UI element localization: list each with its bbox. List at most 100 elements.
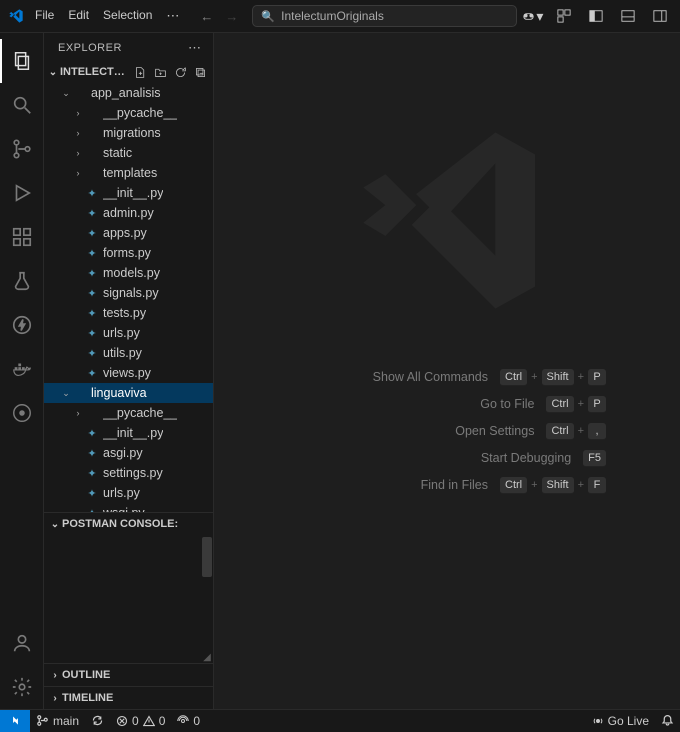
command-center-search[interactable]: 🔍 IntelectumOriginals — [252, 5, 517, 27]
menu-more-icon[interactable]: ⋯ — [159, 4, 186, 28]
problems-button[interactable]: 0 0 — [110, 710, 171, 732]
py-file-icon: ✦ — [84, 287, 100, 300]
tree-file[interactable]: ✦asgi.py — [44, 443, 213, 463]
tree-file[interactable]: ✦urls.py — [44, 323, 213, 343]
port-count: 0 — [193, 714, 200, 728]
scrollbar-thumb[interactable] — [202, 537, 212, 577]
nav-back-icon[interactable]: ← — [200, 9, 213, 24]
tree-file[interactable]: ✦__init__.py — [44, 183, 213, 203]
keycap: P — [588, 396, 606, 413]
tree-label: urls.py — [103, 326, 140, 340]
new-folder-icon[interactable] — [151, 63, 169, 81]
tree-folder[interactable]: ›static — [44, 143, 213, 163]
activity-docker-icon[interactable] — [0, 347, 44, 391]
activity-explorer-icon[interactable] — [0, 39, 44, 83]
tree-file[interactable]: ✦signals.py — [44, 283, 213, 303]
tree-folder[interactable]: ›templates — [44, 163, 213, 183]
shortcut-keys: F5 — [583, 450, 606, 467]
tree-label: views.py — [103, 366, 151, 380]
shortcut-row: Find in FilesCtrl+Shift+F — [288, 477, 606, 494]
shortcut-label: Go to File — [334, 397, 534, 411]
search-icon: 🔍 — [261, 10, 275, 23]
py-file-icon: ✦ — [84, 347, 100, 360]
error-count: 0 — [132, 714, 139, 728]
menu-edit[interactable]: Edit — [61, 4, 96, 28]
tree-file[interactable]: ✦wsgi.py — [44, 503, 213, 512]
tree-folder[interactable]: ›__pycache__ — [44, 403, 213, 423]
tree-file[interactable]: ✦urls.py — [44, 483, 213, 503]
tree-file[interactable]: ✦models.py — [44, 263, 213, 283]
activity-accounts-icon[interactable] — [0, 621, 44, 665]
activity-run-debug-icon[interactable] — [0, 171, 44, 215]
layout-customize-icon[interactable] — [549, 1, 579, 31]
keycap: Ctrl — [500, 369, 527, 386]
sidebar: EXPLORER ⋯ ⌄ INTELECTUMORIGIN... ⌄app_an… — [44, 33, 214, 709]
copilot-icon[interactable]: ▾ — [517, 1, 547, 31]
tree-file[interactable]: ✦tests.py — [44, 303, 213, 323]
section-timeline[interactable]: › TIMELINE — [44, 687, 213, 709]
sidebar-more-icon[interactable]: ⋯ — [184, 38, 205, 58]
ports-button[interactable]: 0 — [171, 710, 206, 732]
tree-label: forms.py — [103, 246, 151, 260]
branch-name: main — [53, 714, 79, 728]
activity-search-icon[interactable] — [0, 83, 44, 127]
tree-folder[interactable]: ⌄linguaviva — [44, 383, 213, 403]
go-live-label: Go Live — [608, 714, 649, 728]
git-branch[interactable]: main — [30, 710, 85, 732]
shortcut-row: Show All CommandsCtrl+Shift+P — [288, 369, 606, 386]
nav-forward-icon[interactable]: → — [225, 9, 238, 24]
py-file-icon: ✦ — [84, 247, 100, 260]
tree-label: static — [103, 146, 132, 160]
tree-file[interactable]: ✦forms.py — [44, 243, 213, 263]
tree-file[interactable]: ✦__init__.py — [44, 423, 213, 443]
editor-area: Show All CommandsCtrl+Shift+P Go to File C… — [214, 33, 680, 709]
refresh-icon[interactable] — [171, 63, 189, 81]
py-file-icon: ✦ — [84, 227, 100, 240]
sync-button[interactable] — [85, 710, 110, 732]
tree-label: __init__.py — [103, 426, 163, 440]
py-file-icon: ✦ — [84, 427, 100, 440]
tree-label: settings.py — [103, 466, 163, 480]
postman-console-body: ◢ — [44, 535, 213, 663]
tree-folder[interactable]: ›__pycache__ — [44, 103, 213, 123]
tree-label: tests.py — [103, 306, 146, 320]
panel-bottom-icon[interactable] — [613, 1, 643, 31]
folder-root-header[interactable]: ⌄ INTELECTUMORIGIN... — [44, 61, 213, 83]
go-live-button[interactable]: Go Live — [586, 710, 655, 732]
panel-left-icon[interactable] — [581, 1, 611, 31]
tree-file[interactable]: ✦settings.py — [44, 463, 213, 483]
keycap: Ctrl — [500, 477, 527, 494]
tree-file[interactable]: ✦admin.py — [44, 203, 213, 223]
new-file-icon[interactable] — [131, 63, 149, 81]
tree-folder[interactable]: ›migrations — [44, 123, 213, 143]
menu-selection[interactable]: Selection — [96, 4, 159, 28]
section-outline[interactable]: › OUTLINE — [44, 664, 213, 686]
resize-handle-icon[interactable]: ◢ — [201, 651, 213, 663]
py-file-icon: ✦ — [84, 487, 100, 500]
activity-testing-icon[interactable] — [0, 259, 44, 303]
section-postman-console[interactable]: ⌄ POSTMAN CONSOLE: — [44, 513, 213, 535]
chevron-icon: ⌄ — [60, 388, 72, 399]
tree-file[interactable]: ✦utils.py — [44, 343, 213, 363]
keycap: F — [588, 477, 606, 494]
activity-settings-icon[interactable] — [0, 665, 44, 709]
activity-thunder-icon[interactable] — [0, 303, 44, 347]
activity-extensions-icon[interactable] — [0, 215, 44, 259]
tree-folder[interactable]: ⌄app_analisis — [44, 83, 213, 103]
notifications-button[interactable] — [655, 710, 680, 732]
py-file-icon: ✦ — [84, 467, 100, 480]
activity-source-control-icon[interactable] — [0, 127, 44, 171]
section-label: POSTMAN CONSOLE: — [62, 518, 178, 530]
keycap: Ctrl — [546, 396, 573, 413]
menu-file[interactable]: File — [28, 4, 61, 28]
remote-button[interactable] — [0, 710, 30, 732]
tree-file[interactable]: ✦views.py — [44, 363, 213, 383]
warning-count: 0 — [159, 714, 166, 728]
shortcut-keys: Ctrl+Shift+P — [500, 369, 606, 386]
tree-label: apps.py — [103, 226, 147, 240]
chevron-icon: ⌄ — [60, 88, 72, 99]
collapse-all-icon[interactable] — [191, 63, 209, 81]
panel-right-icon[interactable] — [645, 1, 675, 31]
tree-file[interactable]: ✦apps.py — [44, 223, 213, 243]
activity-postman-icon[interactable] — [0, 391, 44, 435]
